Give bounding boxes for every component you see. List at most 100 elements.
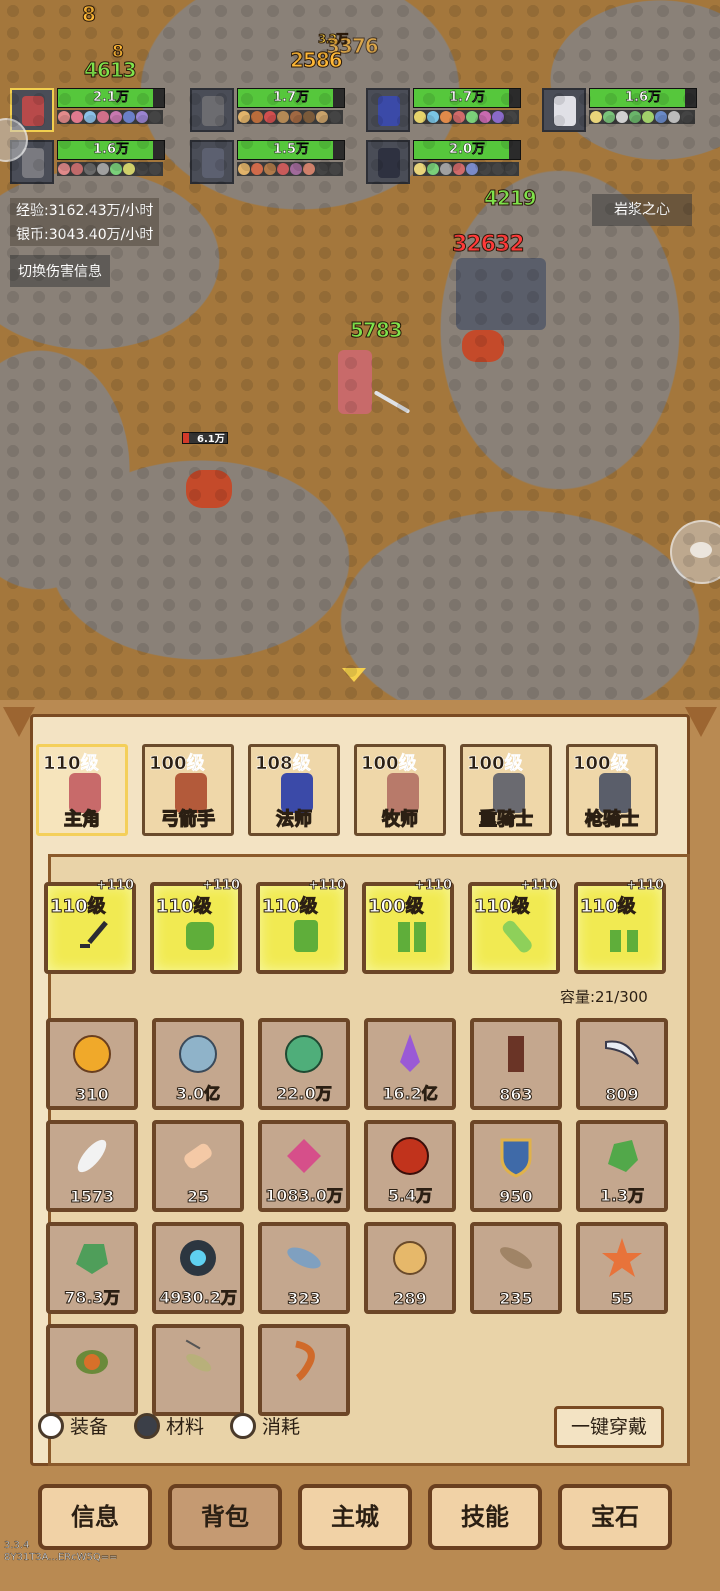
pufferfish-icon [393,1241,427,1275]
inventory-panel: 110级 主角 100级 弓箭手 108级 法师 100级 牧师 100级 重骑士 100… [0,700,720,1591]
radio-button[interactable] [38,1412,64,1439]
team-level: 100级 [361,753,417,775]
skill-icons [413,162,519,176]
team-slot-archer[interactable]: 100级 弓箭手 [142,744,234,836]
radio-button[interactable] [230,1412,257,1439]
item-slot[interactable]: 310 [46,1018,138,1110]
team-slot-priest[interactable]: 100级 牧师 [354,744,446,836]
item-slot[interactable]: 55 [576,1222,668,1314]
item-count: 78.3万 [64,1288,120,1308]
team-hp-archer[interactable]: 1.7万 [190,88,345,134]
nav-skills[interactable]: 技能 [428,1484,542,1550]
hp-bar: 2.0万 [413,140,521,160]
item-slot[interactable]: 1083.0万 [258,1120,350,1212]
team-slot-hero[interactable]: 110级 主角 [36,744,128,836]
item-count: 323 [287,1289,321,1309]
collapse-panel-icon[interactable] [342,668,366,682]
team-hp-priest[interactable]: 1.6万 [542,88,697,134]
item-slot[interactable] [258,1324,350,1416]
skill-icons [413,110,519,124]
chat-button[interactable] [670,520,720,584]
blue-core-icon [180,1240,216,1276]
item-count: 4930.2万 [159,1288,238,1308]
team-hp-heavy-knight[interactable]: 1.6万 [10,140,165,186]
item-slot[interactable] [46,1324,138,1416]
item-slot[interactable]: 809 [576,1018,668,1110]
filter-materials[interactable]: 材料 [134,1412,204,1439]
hp-value: 2.0万 [448,142,486,157]
filter-equipment[interactable]: 装备 [38,1412,108,1439]
equip-slot-legs[interactable]: +110 100级 [362,878,454,974]
filter-consumables[interactable]: 消耗 [230,1412,300,1439]
radio-button[interactable] [134,1412,161,1439]
equip-slot-bracer[interactable]: +110 110级 [468,878,560,974]
item-slot[interactable] [152,1324,244,1416]
corner-ornament [3,707,35,737]
hp-bar: 1.6万 [589,88,697,108]
item-slot[interactable]: 289 [364,1222,456,1314]
team-hp-lancer[interactable]: 1.5万 [190,140,345,186]
silver-rate: 银币:3043.40万/小时 [10,222,160,246]
item-slot[interactable]: 22.0万 [258,1018,350,1110]
team-hp-mage[interactable]: 1.7万 [366,88,521,134]
hp-bar: 2.1万 [57,88,165,108]
team-level: 110级 [43,753,99,775]
equip-level: 110级 [156,896,213,918]
team-name: 重骑士 [478,808,533,830]
team-name: 法师 [275,808,312,830]
hero-portrait [190,140,234,184]
item-slot[interactable]: 78.3万 [46,1222,138,1314]
team-slot-lancer[interactable]: 100级 枪骑士 [566,744,658,836]
team-hp-summon[interactable]: 2.0万 [366,140,521,186]
item-slot[interactable]: 1.3万 [576,1120,668,1212]
damage-number: 4219 [484,186,538,211]
nav-backpack[interactable]: 背包 [168,1484,282,1550]
item-slot[interactable]: 4930.2万 [152,1222,244,1314]
equip-slot-chest[interactable]: +110 110级 [256,878,348,974]
equip-level: 100级 [368,896,425,918]
team-slot-heavy-knight[interactable]: 100级重骑士 [460,744,552,836]
enhance-level: +110 [307,878,347,894]
scroll-icon [184,1143,212,1169]
item-slot[interactable]: 1573 [46,1120,138,1212]
team-level: 100级 [149,753,205,775]
item-count: 310 [75,1085,109,1105]
item-count: 5.4万 [387,1186,433,1206]
team-level: 100级 [467,753,523,775]
nav-main-city[interactable]: 主城 [298,1484,412,1550]
equip-level: 110级 [50,896,107,918]
hp-bar: 1.7万 [413,88,521,108]
item-slot[interactable]: 235 [470,1222,562,1314]
team-hp-hero[interactable]: 2.1万 [10,88,165,134]
lava-worm-sprite[interactable] [186,470,232,508]
item-count: 950 [499,1187,533,1207]
item-slot[interactable]: 16.2亿 [364,1018,456,1110]
switch-damage-info-button[interactable]: 切换伤害信息 [10,255,110,287]
item-count: 809 [605,1085,639,1105]
nav-gems[interactable]: 宝石 [558,1484,672,1550]
item-count: 1.3万 [599,1186,645,1206]
purple-crystal-icon [400,1034,420,1072]
item-slot[interactable]: 863 [470,1018,562,1110]
damage-number: 2586 [290,48,344,73]
item-slot[interactable]: 323 [258,1222,350,1314]
item-slot[interactable]: 950 [470,1120,562,1212]
team-slot-mage[interactable]: 108级 法师 [248,744,340,836]
enhance-level: +110 [413,878,453,894]
catfish-icon [500,1247,532,1269]
lava-worm-sprite[interactable] [462,330,504,362]
item-slot[interactable]: 5.4万 [364,1120,456,1212]
item-slot[interactable]: 25 [152,1120,244,1212]
equip-slot-weapon[interactable]: +110 110级 [44,878,136,974]
equip-all-button[interactable]: 一键穿戴 [554,1406,664,1448]
version-number: 3.3.4 [4,1540,30,1551]
boss-knight-sprite[interactable] [456,258,546,330]
green-orb-icon [285,1035,323,1073]
hp-bar: 1.5万 [237,140,345,160]
leg-armor-icon [398,922,426,952]
damage-number: 32632 [452,232,526,258]
item-slot[interactable]: 3.0亿 [152,1018,244,1110]
equip-slot-helmet[interactable]: +110 110级 [150,878,242,974]
hp-value: 1.6万 [92,142,130,157]
equip-slot-boots[interactable]: +110 110级 [574,878,666,974]
